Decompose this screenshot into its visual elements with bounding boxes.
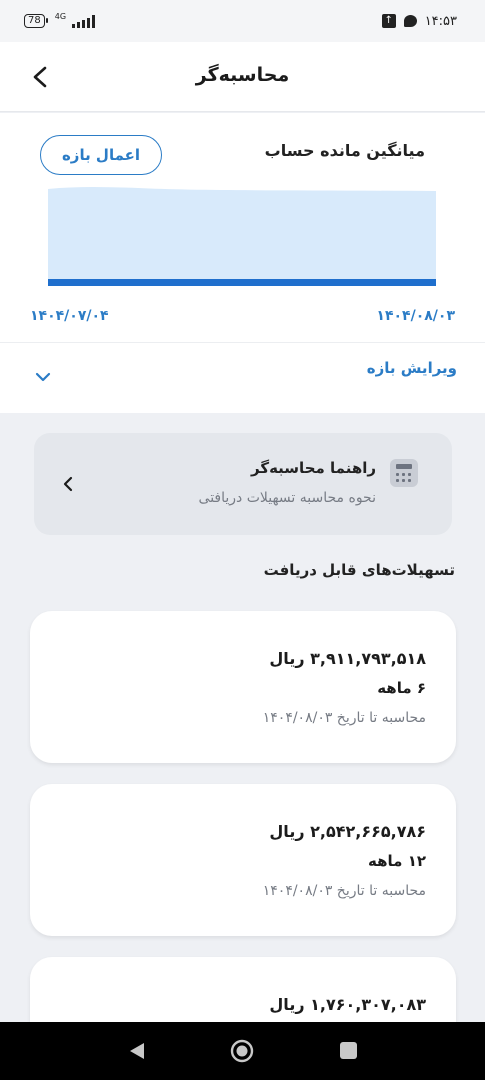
loan-amount: ۳,۹۱۱,۷۹۳,۵۱۸ ریال <box>269 649 426 668</box>
status-bar: 78 4G ↑ ۱۴:۵۳ <box>0 0 485 42</box>
loan-card[interactable]: ۳,۹۱۱,۷۹۳,۵۱۸ ریال ۶ ماهه محاسبه تا تاری… <box>30 611 456 763</box>
divider <box>0 342 485 343</box>
calculator-icon <box>390 459 418 487</box>
page-title: محاسبه‌گر <box>195 64 290 86</box>
status-left: 78 4G <box>24 11 96 28</box>
chart-area-fill <box>48 187 436 283</box>
chart-title: میانگین مانده حساب <box>264 141 425 160</box>
upload-icon: ↑ <box>381 14 396 28</box>
apply-range-button[interactable]: اعمال بازه <box>40 135 162 175</box>
calculator-guide-card[interactable]: راهنما محاسبه‌گر نحوه محاسبه تسهیلات دری… <box>34 433 452 535</box>
nav-recents-icon[interactable] <box>340 1042 357 1059</box>
loan-amount: ۲,۵۴۲,۶۶۵,۷۸۶ ریال <box>269 822 426 841</box>
chevron-down-icon[interactable] <box>34 371 52 383</box>
edit-range-toggle[interactable]: ویرایش بازه <box>367 359 457 377</box>
nav-home-icon[interactable] <box>230 1039 254 1063</box>
chat-icon <box>403 15 417 27</box>
loan-term: ۶ ماهه <box>377 679 426 697</box>
loan-term: ۱۲ ماهه <box>368 852 426 870</box>
chart-baseline <box>48 279 436 286</box>
balance-chart-card: میانگین مانده حساب اعمال بازه ۱۴۰۴/۰۷/۰۴… <box>0 113 485 413</box>
nav-back-icon[interactable] <box>128 1041 146 1061</box>
status-right: ↑ ۱۴:۵۳ <box>381 13 457 29</box>
loan-calc-date: محاسبه تا تاریخ ۱۴۰۴/۰۸/۰۳ <box>262 710 426 726</box>
loan-amount: ۱,۷۶۰,۳۰۷,۰۸۳ ریال <box>269 995 426 1014</box>
app-bar: محاسبه‌گر <box>0 42 485 112</box>
range-end-date: ۱۴۰۴/۰۸/۰۳ <box>376 308 455 324</box>
chevron-left-icon <box>63 476 73 492</box>
clock: ۱۴:۵۳ <box>424 13 457 29</box>
guide-subtitle: نحوه محاسبه تسهیلات دریافتی <box>198 490 376 506</box>
network-type: 4G <box>54 11 67 21</box>
system-nav-bar <box>0 1022 485 1080</box>
guide-title: راهنما محاسبه‌گر <box>251 459 376 477</box>
balance-area-chart <box>48 187 436 286</box>
section-title: تسهیلات‌های قابل دریافت <box>263 561 455 579</box>
battery-indicator: 78 <box>24 14 48 28</box>
loan-calc-date: محاسبه تا تاریخ ۱۴۰۴/۰۸/۰۳ <box>262 883 426 899</box>
signal-icon <box>72 14 96 28</box>
range-start-date: ۱۴۰۴/۰۷/۰۴ <box>30 308 109 324</box>
loan-card[interactable]: ۲,۵۴۲,۶۶۵,۷۸۶ ریال ۱۲ ماهه محاسبه تا تار… <box>30 784 456 936</box>
